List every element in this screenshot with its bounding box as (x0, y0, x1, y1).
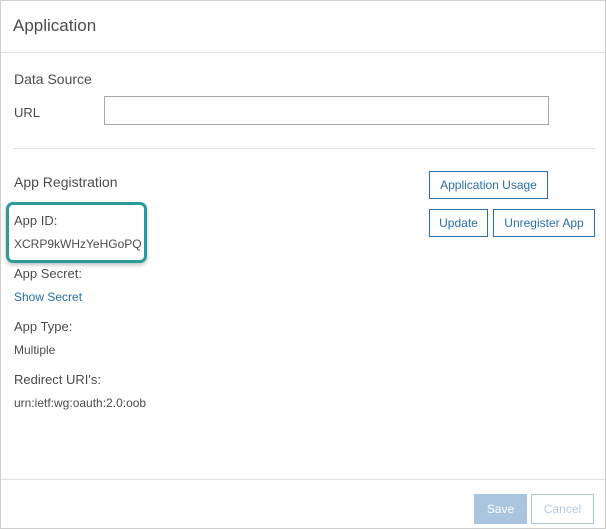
unregister-app-button[interactable]: Unregister App (493, 209, 595, 237)
dialog-footer: Save Cancel (1, 479, 605, 529)
url-input[interactable] (104, 96, 549, 125)
data-source-heading: Data Source (14, 71, 92, 87)
app-type-value: Multiple (14, 343, 56, 357)
dialog-header: Application (1, 1, 605, 53)
redirect-uri-label: Redirect URI's: (14, 372, 102, 387)
app-id-highlight (6, 202, 147, 263)
section-divider (13, 148, 596, 149)
url-label: URL (14, 105, 41, 120)
app-registration-heading: App Registration (14, 174, 118, 190)
cancel-button[interactable]: Cancel (531, 494, 594, 524)
dialog-title: Application (13, 16, 97, 35)
show-secret-link[interactable]: Show Secret (14, 290, 82, 304)
app-secret-label: App Secret: (14, 266, 82, 281)
application-dialog: Application Data Source URL App Registra… (0, 0, 606, 529)
save-button[interactable]: Save (474, 494, 527, 524)
app-id-value: XCRP9kWHzYeHGoPQ (14, 237, 142, 251)
redirect-uri-value: urn:ietf:wg:oauth:2.0:oob (14, 396, 147, 410)
application-usage-button[interactable]: Application Usage (429, 171, 548, 199)
app-id-label: App ID: (14, 213, 58, 228)
app-type-label: App Type: (14, 319, 73, 334)
update-button[interactable]: Update (429, 209, 488, 237)
